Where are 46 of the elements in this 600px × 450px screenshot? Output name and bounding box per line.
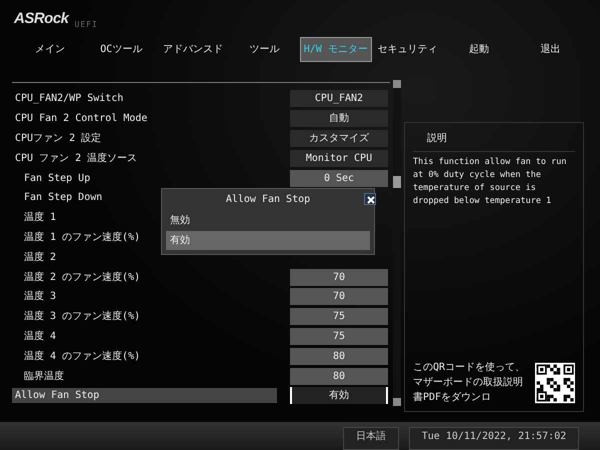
- menu-tab[interactable]: 退出: [514, 36, 586, 62]
- setting-label[interactable]: 温度 4 のファン速度(%): [12, 348, 277, 364]
- setting-value[interactable]: 0 Sec: [290, 170, 388, 187]
- dialog-option[interactable]: 有効: [166, 231, 370, 250]
- setting-label[interactable]: 温度 3 のファン速度(%): [12, 309, 277, 324]
- setting-value[interactable]: 有効: [290, 387, 388, 404]
- setting-value[interactable]: 75: [290, 328, 388, 345]
- setting-value[interactable]: 70: [290, 288, 388, 306]
- uefi-label: UEFI: [74, 18, 98, 30]
- close-icon[interactable]: [364, 193, 376, 205]
- qr-code: [534, 361, 575, 405]
- setting-value[interactable]: 70: [290, 268, 388, 286]
- setting-label[interactable]: CPU Fan 2 Control Mode: [12, 111, 277, 126]
- qr-caption: このQRコードを使って、マザーボードの取扱説明書PDFをダウンロ: [413, 361, 526, 405]
- setting-value[interactable]: CPU_FAN2: [290, 90, 388, 108]
- brand-logo: ASRock: [14, 9, 69, 29]
- setting-label[interactable]: CPU ファン 2 温度ソース: [12, 150, 277, 166]
- setting-label[interactable]: 温度 2 のファン速度(%): [12, 270, 277, 285]
- menu-tab[interactable]: OCツール: [86, 36, 157, 62]
- description-title: 説明: [413, 129, 575, 152]
- setting-value[interactable]: 75: [290, 308, 388, 326]
- setting-value[interactable]: カスタマイズ: [290, 130, 388, 147]
- setting-label[interactable]: Allow Fan Stop: [12, 388, 277, 404]
- setting-label[interactable]: CPUファン 2 設定: [12, 130, 277, 146]
- menu-tab[interactable]: アドバンスド: [157, 36, 228, 62]
- setting-value[interactable]: 自動: [290, 110, 388, 128]
- setting-label[interactable]: CPU_FAN2/WP Switch: [12, 91, 277, 106]
- setting-value[interactable]: Monitor CPU: [290, 150, 388, 167]
- menu-tab[interactable]: ツール: [228, 36, 300, 62]
- setting-value[interactable]: 80: [290, 368, 388, 385]
- menu-tab[interactable]: メイン: [14, 36, 86, 62]
- menu-tab[interactable]: 起動: [443, 36, 514, 62]
- setting-label[interactable]: 温度 4: [12, 328, 277, 344]
- setting-label[interactable]: Fan Step Up: [12, 170, 277, 186]
- datetime-display: Tue 10/11/2022, 21:57:02: [409, 427, 579, 450]
- dialog-title: Allow Fan Stop: [224, 193, 312, 207]
- description-text: This function allow fan to run at 0% duty cycle when the temperature of source is dropped below temperature 1: [413, 156, 568, 208]
- scroll-bar[interactable]: [393, 80, 401, 406]
- setting-label[interactable]: 温度 2: [12, 250, 277, 265]
- menu-tab[interactable]: セキュリティ: [372, 36, 443, 62]
- setting-value[interactable]: 80: [290, 348, 388, 365]
- setting-label[interactable]: 温度 3: [12, 289, 277, 304]
- menu-tab[interactable]: H/W モニター: [300, 36, 372, 62]
- language-button[interactable]: 日本語: [343, 427, 399, 450]
- dialog-option[interactable]: 無効: [166, 211, 370, 230]
- setting-label[interactable]: 臨界温度: [12, 368, 277, 384]
